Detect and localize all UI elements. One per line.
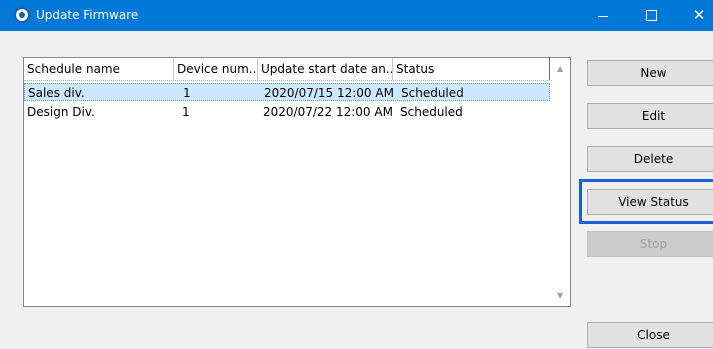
cell-device-number: 1 bbox=[182, 105, 190, 119]
update-firmware-window: Update Firmware ✕ Schedule name Device n… bbox=[0, 0, 713, 349]
minimize-icon bbox=[598, 16, 608, 17]
vertical-scrollbar[interactable]: ▲ ▼ bbox=[553, 58, 570, 306]
title-bar[interactable]: Update Firmware ✕ bbox=[0, 0, 713, 31]
maximize-icon bbox=[645, 10, 657, 21]
new-button[interactable]: New bbox=[587, 60, 713, 86]
highlight-box bbox=[579, 179, 713, 224]
close-window-button[interactable]: ✕ bbox=[677, 0, 713, 31]
cell-schedule-name: Sales div. bbox=[28, 86, 85, 100]
delete-button[interactable]: Delete bbox=[587, 146, 713, 172]
cell-update-start: 2020/07/22 12:00 AM bbox=[263, 105, 393, 119]
cell-device-number: 1 bbox=[183, 86, 191, 100]
app-icon bbox=[14, 7, 30, 23]
maximize-button[interactable] bbox=[629, 0, 673, 31]
cell-status: Scheduled bbox=[400, 105, 463, 119]
schedule-list[interactable]: Schedule name Device num... Update start… bbox=[23, 57, 571, 307]
table-row[interactable]: Sales div. 1 2020/07/15 12:00 AM Schedul… bbox=[24, 83, 550, 101]
column-header-device-number[interactable]: Device num... bbox=[174, 58, 258, 80]
scroll-down-icon[interactable]: ▼ bbox=[557, 291, 563, 300]
cell-status: Scheduled bbox=[401, 86, 464, 100]
close-icon: ✕ bbox=[692, 6, 706, 24]
close-button[interactable]: Close bbox=[587, 322, 713, 348]
column-header-schedule-name[interactable]: Schedule name bbox=[24, 58, 174, 80]
cell-schedule-name: Design Div. bbox=[27, 105, 95, 119]
cell-update-start: 2020/07/15 12:00 AM bbox=[264, 86, 394, 100]
scroll-up-icon[interactable]: ▲ bbox=[557, 64, 563, 73]
column-header-status[interactable]: Status bbox=[393, 58, 550, 80]
list-header: Schedule name Device num... Update start… bbox=[24, 58, 554, 81]
stop-button[interactable]: Stop bbox=[587, 231, 713, 257]
edit-button[interactable]: Edit bbox=[587, 103, 713, 129]
table-row[interactable]: Design Div. 1 2020/07/22 12:00 AM Schedu… bbox=[24, 103, 550, 121]
column-header-update-start[interactable]: Update start date an... bbox=[258, 58, 393, 80]
window-title: Update Firmware bbox=[36, 8, 139, 22]
minimize-button[interactable] bbox=[581, 0, 625, 31]
